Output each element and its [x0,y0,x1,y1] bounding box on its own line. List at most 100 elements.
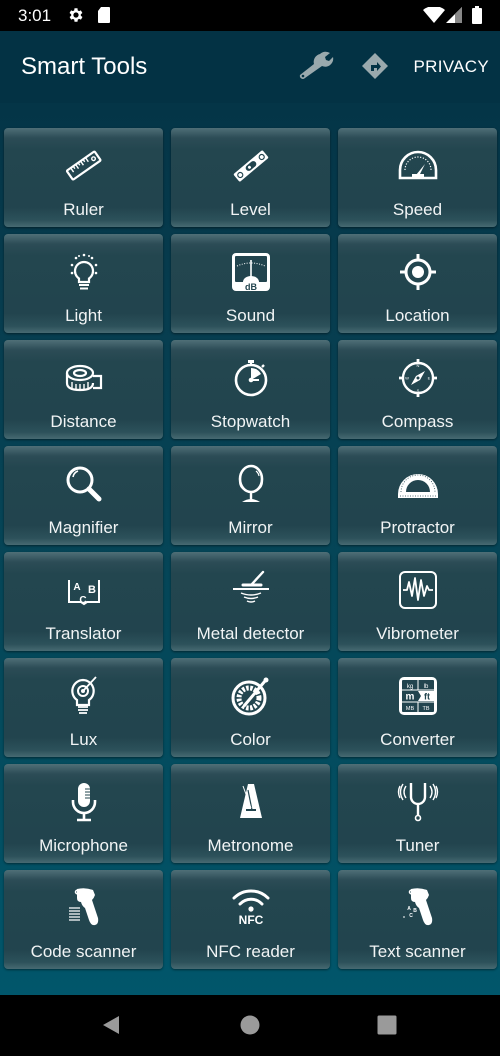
tool-label: Lux [69,730,98,749]
text-scanner-icon: ABC [396,886,440,930]
app-toolbar: Smart Tools PRIVACY [0,31,500,103]
svg-text:N: N [416,363,419,368]
sd-card-icon [97,6,111,29]
tool-tile-distance[interactable]: Distance [4,340,163,439]
light-bulb-icon [62,250,106,294]
metronome-icon [229,780,273,824]
tool-label: Color [230,730,271,749]
speedometer-icon [396,144,440,188]
tool-label: NFC reader [206,942,295,961]
svg-text:A: A [407,906,411,912]
directions-icon[interactable] [362,53,388,84]
battery-icon [472,6,482,29]
letter-b: B [88,584,96,596]
decibel-meter-icon: dB [229,250,273,294]
tool-label: Location [385,306,450,325]
barcode-scanner-icon [62,886,106,930]
unit-tb: TB [422,706,429,712]
color-picker-icon [229,674,273,718]
vibration-wave-icon [396,568,440,612]
svg-text:C: C [409,913,413,919]
tool-label: Mirror [228,518,273,537]
tool-tile-translator[interactable]: ABC Translator [4,552,163,651]
gear-icon [67,6,85,29]
tool-label: Speed [392,200,443,219]
tool-tile-microphone[interactable]: Microphone [4,764,163,863]
location-crosshair-icon [396,250,440,294]
tool-label: Level [230,200,271,219]
unit-mb: MB [405,706,414,712]
signal-icon [446,7,462,28]
status-time: 3:01 [18,6,52,25]
wrench-icon[interactable] [296,51,334,86]
decibel-text: dB [245,282,257,292]
tool-tile-text-scanner[interactable]: ABC Text scanner [338,870,497,969]
tool-tile-tuner[interactable]: Tuner [338,764,497,863]
tools-grid: Ruler Level Speed Light dB Sound Locatio… [4,128,497,969]
metal-detector-icon [229,568,273,612]
tool-tile-magnifier[interactable]: Magnifier [4,446,163,545]
svg-text:B: B [413,908,417,914]
unit-lb: lb [423,684,428,690]
tool-tile-metal-detector[interactable]: Metal detector [171,552,330,651]
tool-label: Text scanner [369,942,466,961]
nfc-icon: NFC [229,886,273,930]
letter-a: A [73,582,80,593]
tool-label: Compass [381,412,454,431]
tool-tile-color[interactable]: Color [171,658,330,757]
svg-text:S: S [416,388,419,393]
tool-label: Translator [45,624,122,643]
tool-label: Protractor [380,518,455,537]
tool-tile-code-scanner[interactable]: Code scanner [4,870,163,969]
tool-tile-stopwatch[interactable]: Stopwatch [171,340,330,439]
protractor-icon [396,462,440,506]
microphone-icon [62,780,106,824]
tool-label: Ruler [63,200,104,219]
unit-converter-icon: kg lb m ft MB TB [396,674,440,718]
tool-tile-mirror[interactable]: Mirror [171,446,330,545]
tool-tile-nfc-reader[interactable]: NFC NFC reader [171,870,330,969]
tool-tile-lux[interactable]: Lux [4,658,163,757]
tool-label: Stopwatch [210,412,291,431]
system-nav-bar [0,995,500,1056]
tool-tile-sound[interactable]: dB Sound [171,234,330,333]
app-content: Smart Tools PRIVACY Ruler Level Speed Li… [0,31,500,995]
app-title: Smart Tools [21,53,148,80]
tool-tile-ruler[interactable]: Ruler [4,128,163,227]
tool-tile-speed[interactable]: Speed [338,128,497,227]
unit-m: m [405,692,414,703]
home-icon[interactable] [240,1015,260,1040]
tool-label: Metronome [207,836,294,855]
tool-tile-light[interactable]: Light [4,234,163,333]
tool-label: Sound [225,306,276,325]
svg-text:W: W [405,376,409,381]
tool-tile-metronome[interactable]: Metronome [171,764,330,863]
tool-label: Microphone [39,836,128,855]
lux-bulb-icon [62,674,106,718]
tool-tile-protractor[interactable]: Protractor [338,446,497,545]
privacy-button[interactable]: PRIVACY [414,57,489,77]
tool-label: Distance [50,412,117,431]
tuning-fork-icon [396,780,440,824]
translator-book-icon: ABC [62,568,106,612]
mirror-icon [229,462,273,506]
tool-label: Converter [380,730,455,749]
tool-label: Metal detector [196,624,305,643]
ruler-icon [62,144,106,188]
tool-tile-compass[interactable]: N S W E Compass [338,340,497,439]
svg-text:E: E [427,376,430,381]
unit-ft: ft [424,692,430,702]
tool-label: Magnifier [48,518,119,537]
recents-icon[interactable] [377,1015,397,1040]
tool-tile-vibrometer[interactable]: Vibrometer [338,552,497,651]
tool-label: Tuner [395,836,440,855]
magnifier-icon [62,462,106,506]
nfc-text: NFC [238,913,263,927]
back-icon[interactable] [101,1015,121,1040]
wifi-icon [423,5,445,28]
tool-label: Code scanner [30,942,137,961]
spirit-level-icon [229,144,273,188]
tool-tile-level[interactable]: Level [171,128,330,227]
tool-tile-location[interactable]: Location [338,234,497,333]
tool-tile-converter[interactable]: kg lb m ft MB TB Converter [338,658,497,757]
